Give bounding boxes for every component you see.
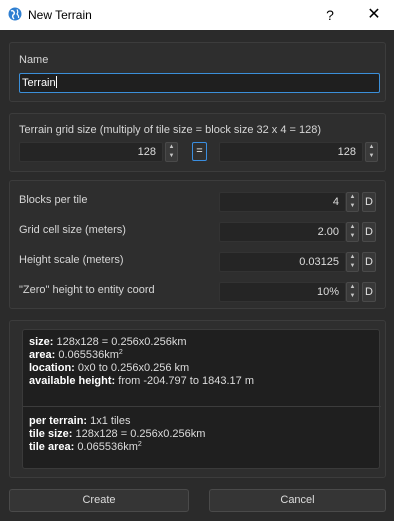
info-location: location: 0x0 to 0.256x0.256 km xyxy=(29,362,190,374)
grid-cell-size-input[interactable]: 2.00 xyxy=(219,222,346,242)
spin-up-icon[interactable]: ▲ xyxy=(347,223,358,232)
blocks-per-tile-default-button[interactable]: D xyxy=(362,192,376,212)
height-scale-spinner[interactable]: ▲ ▼ xyxy=(346,252,359,272)
terrain-params-panel: Blocks per tile 4 ▲ ▼ D Grid cell size (… xyxy=(9,180,386,309)
spin-down-icon[interactable]: ▼ xyxy=(347,292,358,301)
height-scale-input[interactable]: 0.03125 xyxy=(219,252,346,272)
create-button[interactable]: Create xyxy=(9,489,189,512)
zero-height-default-button[interactable]: D xyxy=(362,282,376,302)
terrain-info-panel: size: 128x128 = 0.256x0.256km area: 0.06… xyxy=(9,320,386,478)
spin-up-icon[interactable]: ▲ xyxy=(166,143,177,152)
zero-height-spinner[interactable]: ▲ ▼ xyxy=(346,282,359,302)
info-available-height: available height: from -204.797 to 1843.… xyxy=(29,375,255,387)
grid-size-right-input[interactable]: 128 xyxy=(219,142,363,162)
height-scale-default-button[interactable]: D xyxy=(362,252,376,272)
name-field[interactable]: Terrain xyxy=(19,73,380,93)
name-panel: Name Terrain xyxy=(9,42,386,102)
link-grid-size-button[interactable]: = xyxy=(192,142,207,161)
text-caret xyxy=(55,76,57,88)
help-button[interactable]: ? xyxy=(318,4,342,26)
height-scale-label: Height scale (meters) xyxy=(19,254,124,266)
info-tile-size: tile size: 128x128 = 0.256x0.256km xyxy=(29,428,206,440)
info-size: size: 128x128 = 0.256x0.256km xyxy=(29,336,187,348)
spin-down-icon[interactable]: ▼ xyxy=(366,152,377,161)
grid-cell-size-default-button[interactable]: D xyxy=(362,222,376,242)
spin-up-icon[interactable]: ▲ xyxy=(366,143,377,152)
info-area: area: 0.065536km2 xyxy=(29,349,123,361)
name-label: Name xyxy=(19,54,49,66)
grid-size-right-spinner[interactable]: ▲ ▼ xyxy=(365,142,378,162)
spin-down-icon[interactable]: ▼ xyxy=(166,152,177,161)
spin-down-icon[interactable]: ▼ xyxy=(347,202,358,211)
spin-down-icon[interactable]: ▼ xyxy=(347,232,358,241)
grid-size-panel: Terrain grid size (multiply of tile size… xyxy=(9,113,386,172)
globe-icon xyxy=(8,7,22,21)
window-title: New Terrain xyxy=(28,8,92,22)
name-field-value: Terrain xyxy=(22,77,56,89)
cancel-button[interactable]: Cancel xyxy=(209,489,386,512)
info-separator xyxy=(23,406,381,407)
blocks-per-tile-label: Blocks per tile xyxy=(19,194,88,206)
terrain-info-box: size: 128x128 = 0.256x0.256km area: 0.06… xyxy=(22,329,381,469)
spin-up-icon[interactable]: ▲ xyxy=(347,193,358,202)
grid-cell-size-label: Grid cell size (meters) xyxy=(19,224,126,236)
spin-up-icon[interactable]: ▲ xyxy=(347,283,358,292)
spin-down-icon[interactable]: ▼ xyxy=(347,262,358,271)
close-button[interactable]: ✕ xyxy=(362,4,386,26)
title-bar: New Terrain ? ✕ xyxy=(0,0,394,30)
zero-height-label: "Zero" height to entity coord xyxy=(19,284,155,296)
info-per-terrain: per terrain: 1x1 tiles xyxy=(29,415,131,427)
grid-cell-size-spinner[interactable]: ▲ ▼ xyxy=(346,222,359,242)
grid-size-left-spinner[interactable]: ▲ ▼ xyxy=(165,142,178,162)
info-tile-area: tile area: 0.065536km2 xyxy=(29,441,142,453)
blocks-per-tile-spinner[interactable]: ▲ ▼ xyxy=(346,192,359,212)
zero-height-input[interactable]: 10% xyxy=(219,282,346,302)
spin-up-icon[interactable]: ▲ xyxy=(347,253,358,262)
blocks-per-tile-input[interactable]: 4 xyxy=(219,192,346,212)
grid-size-label: Terrain grid size (multiply of tile size… xyxy=(19,124,322,136)
grid-size-left-input[interactable]: 128 xyxy=(19,142,163,162)
